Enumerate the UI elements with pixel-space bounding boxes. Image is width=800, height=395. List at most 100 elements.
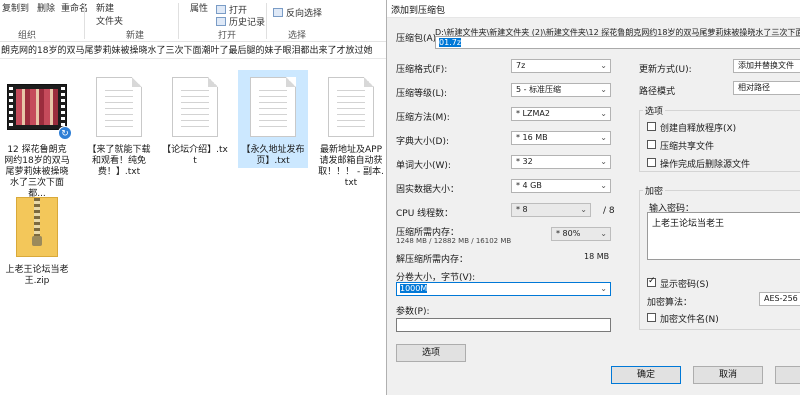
ok-button[interactable]: 确定 [611, 366, 681, 384]
invert-select-icon [273, 8, 283, 17]
new-folder-button[interactable]: 新建 文件夹 [96, 1, 123, 27]
archive-name-input[interactable]: 01.7z [435, 36, 800, 49]
level-select[interactable]: 5 - 标准压缩 ⌄ [511, 83, 611, 97]
file-thumb [316, 70, 386, 144]
text-file-icon [250, 77, 296, 137]
format-value: 7z [516, 61, 526, 70]
chevron-down-icon: ⌄ [600, 61, 607, 70]
solid-block-value: * 4 GB [516, 181, 542, 190]
format-label: 压缩格式(F): [396, 65, 448, 75]
split-volume-input[interactable]: 1000M ⌄ [396, 282, 611, 296]
file-item-txt[interactable]: 【论坛介绍】.txt [160, 70, 230, 168]
shared-files-checkbox[interactable] [647, 140, 656, 149]
chevron-down-icon: ⌄ [580, 205, 587, 214]
chevron-down-icon: ⌄ [600, 85, 607, 94]
level-value: 5 - 标准压缩 [516, 85, 562, 94]
update-mode-label: 更新方式(U): [639, 65, 692, 75]
chevron-down-icon: ⌄ [600, 133, 607, 142]
group-label-organize: 组织 [18, 31, 37, 41]
explorer-ribbon: 复制到 删除 重命名 新建 文件夹 属性 打开 历史记录 反向选择 组织 新建 … [0, 0, 386, 42]
file-item-zip[interactable]: 上老王论坛当老王.zip [2, 190, 72, 288]
archive-label: 压缩包(A): [396, 34, 440, 44]
new-folder-label-1: 新建 [96, 4, 115, 14]
path-mode-value: 相对路径 [738, 83, 770, 92]
dialog-title: 添加到压缩包 [391, 6, 446, 16]
encrypt-names-checkbox[interactable] [647, 313, 656, 322]
show-password-checkbox[interactable] [647, 276, 656, 287]
word-size-value: * 32 [516, 157, 533, 166]
sfx-checkbox[interactable] [647, 122, 656, 131]
sync-badge-icon: ↻ [58, 126, 72, 140]
group-label-select: 选择 [288, 31, 307, 41]
file-item-txt-selected[interactable]: 【永久地址发布页】.txt [238, 70, 308, 168]
archive-name-text: 01.7z [439, 38, 462, 47]
options-group-title: 选项 [643, 104, 666, 117]
address-bar[interactable]: 朗克网的18岁的双马尾萝莉妹被操晓水了三次下面潮叶了最后腿的妹子眼泪都出来了才放… [0, 44, 386, 59]
file-item-txt[interactable]: 【来了就能下载和观看！纯免费！】.txt [84, 70, 154, 179]
dictionary-label: 字典大小(D): [396, 137, 449, 147]
file-name: 上老王论坛当老王.zip [5, 265, 69, 286]
text-file-icon [96, 77, 142, 137]
chevron-down-icon: ⌄ [600, 157, 607, 166]
file-thumb [238, 70, 308, 144]
encrypt-names-label: 加密文件名(N) [660, 315, 719, 325]
delete-button[interactable]: 删除 [37, 1, 55, 14]
delete-source-checkbox[interactable] [647, 158, 656, 167]
invert-selection-button[interactable]: 反向选择 [273, 6, 322, 19]
history-label: 历史记录 [229, 18, 266, 28]
help-button[interactable] [775, 366, 800, 384]
zip-file-icon [16, 197, 58, 257]
cpu-threads-select[interactable]: * 8 ⌄ [511, 203, 591, 217]
chevron-down-icon: ⌄ [600, 109, 607, 118]
zipper-icon [34, 198, 40, 236]
memory-percent-select[interactable]: * 80% ⌄ [551, 227, 611, 241]
ribbon-divider [84, 3, 85, 39]
update-mode-value: 添加并替换文件 [738, 61, 794, 70]
cancel-button[interactable]: 取消 [693, 366, 763, 384]
text-file-icon [172, 77, 218, 137]
options-button[interactable]: 选项 [396, 344, 466, 362]
show-password-label: 显示密码(S) [660, 280, 709, 290]
file-thumb [160, 70, 230, 144]
decompress-memory-value: 18 MB [584, 252, 610, 261]
file-thumb [2, 190, 72, 264]
update-mode-select[interactable]: 添加并替换文件 [733, 59, 800, 73]
file-name: 【永久地址发布页】.txt [238, 144, 308, 168]
dictionary-select[interactable]: * 16 MB ⌄ [511, 131, 611, 145]
parameters-input[interactable] [396, 318, 611, 332]
method-select[interactable]: * LZMA2 ⌄ [511, 107, 611, 121]
copy-to-button[interactable]: 复制到 [2, 1, 29, 14]
password-input[interactable]: 上老王论坛当老王 [647, 212, 800, 260]
path-mode-select[interactable]: 相对路径 [733, 81, 800, 95]
file-item-txt[interactable]: 最新地址及APP请发邮箱自动获取！！！ - 副本.txt [316, 70, 386, 190]
memory-percent-value: * 80% [556, 229, 581, 238]
chevron-down-icon: ⌄ [600, 284, 607, 293]
split-volume-value: 1000M [400, 284, 428, 293]
file-name: 【来了就能下载和观看！纯免费！】.txt [87, 145, 151, 177]
sfx-label: 创建自释放程序(X) [660, 124, 737, 134]
text-file-icon [328, 77, 374, 137]
shared-files-label: 压缩共享文件 [660, 142, 715, 152]
solid-block-select[interactable]: * 4 GB ⌄ [511, 179, 611, 193]
solid-block-label: 固实数据大小： [396, 185, 460, 195]
decompress-memory-label: 解压缩所需内存： [396, 255, 469, 265]
word-size-select[interactable]: * 32 ⌄ [511, 155, 611, 169]
properties-button[interactable]: 属性 [190, 1, 208, 14]
encryption-method-value: AES-256 [764, 294, 798, 303]
zipper-pull-icon [32, 236, 42, 246]
film-holes [61, 87, 65, 127]
screen: 复制到 删除 重命名 新建 文件夹 属性 打开 历史记录 反向选择 组织 新建 … [0, 0, 800, 395]
group-label-new: 新建 [126, 31, 145, 41]
level-label: 压缩等级(L): [396, 89, 448, 99]
history-button[interactable]: 历史记录 [216, 15, 265, 28]
chevron-down-icon: ⌄ [600, 181, 607, 190]
format-select[interactable]: 7z ⌄ [511, 59, 611, 73]
dialog-titlebar[interactable]: 添加到压缩包 [387, 0, 800, 18]
open-icon [216, 5, 226, 14]
group-label-open: 打开 [218, 31, 237, 41]
path-mode-label: 路径模式 [639, 87, 676, 97]
encryption-method-select[interactable]: AES-256 [759, 292, 800, 306]
password-value: 上老王论坛当老王 [652, 219, 725, 229]
dictionary-value: * 16 MB [516, 133, 548, 142]
file-item-video[interactable]: ↻ 12 探花鲁朗克网约18岁的双马尾萝莉妹被操晓水了三次下面都... [2, 70, 72, 201]
